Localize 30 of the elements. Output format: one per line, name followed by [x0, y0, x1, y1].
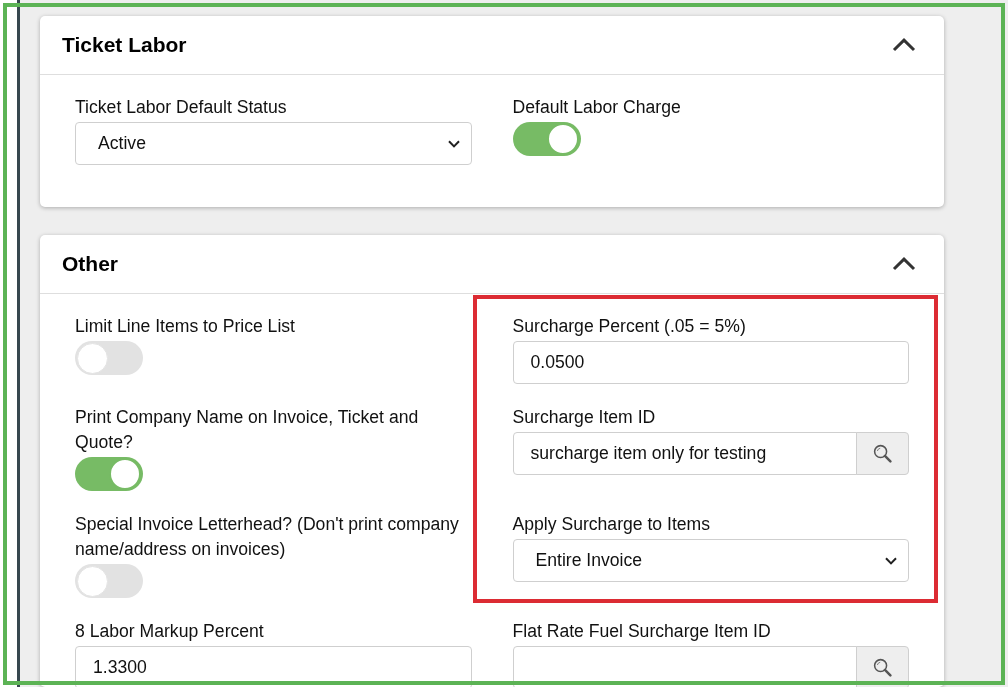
text-field[interactable]: surcharge item only for testing [512, 432, 857, 475]
toggle-switch[interactable] [75, 564, 143, 598]
search-icon [873, 658, 892, 677]
section-title: Ticket Labor [62, 33, 187, 57]
search-button[interactable] [856, 646, 909, 687]
chevron-down-icon [447, 139, 460, 148]
text-field[interactable]: 1.3300 [75, 646, 472, 687]
search-button[interactable] [856, 432, 909, 475]
field-label: Limit Line Items to Price List [75, 315, 295, 338]
field-label: Ticket Labor Default Status [75, 96, 287, 119]
field-label: Surcharge Percent (.05 = 5%) [512, 315, 746, 338]
field-label: Special Invoice Letterhead? (Don't print company name/address on invoices) [75, 513, 460, 561]
search-icon [873, 444, 892, 463]
field-label: Print Company Name on Invoice, Ticket and Quote? [75, 406, 420, 454]
field-label: Default Labor Charge [512, 96, 681, 119]
chevron-up-icon[interactable] [892, 257, 916, 271]
field-label: 8 Labor Markup Percent [75, 620, 264, 643]
section-title: Other [62, 252, 118, 276]
field-label: Surcharge Item ID [512, 406, 656, 429]
chevron-up-icon[interactable] [892, 38, 916, 52]
text-field[interactable] [512, 646, 857, 687]
field-label: Flat Rate Fuel Surcharge Item ID [512, 620, 771, 643]
field-label: Apply Surcharge to Items [512, 513, 711, 536]
chevron-down-icon [885, 556, 897, 565]
select-field[interactable]: Active [75, 122, 472, 165]
toggle-switch[interactable] [75, 341, 143, 375]
toggle-switch[interactable] [512, 122, 581, 156]
text-field[interactable]: 0.0500 [512, 341, 909, 384]
select-field[interactable]: Entire Invoice [512, 539, 909, 582]
toggle-switch[interactable] [75, 457, 143, 491]
